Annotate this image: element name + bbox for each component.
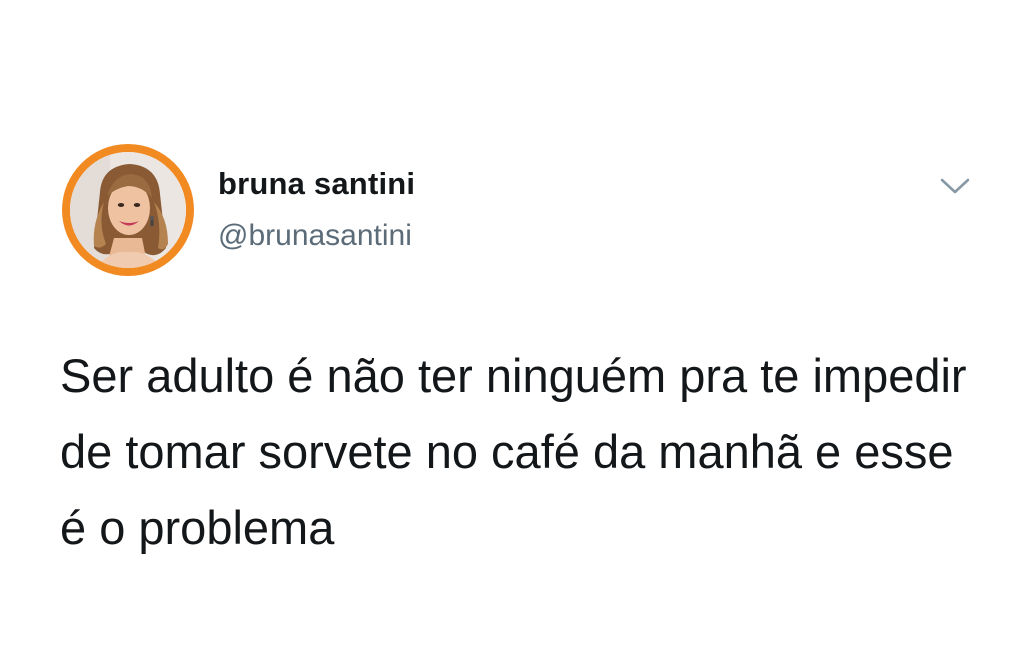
avatar-photo — [70, 152, 186, 268]
avatar[interactable] — [70, 152, 186, 268]
avatar-ring[interactable] — [62, 144, 194, 276]
tweet-card: bruna santini @brunasantini Ser adulto é… — [0, 0, 1024, 657]
author-display-name[interactable]: bruna santini — [218, 166, 415, 202]
tweet-text: Ser adulto é não ter ninguém pra te impe… — [60, 349, 967, 554]
chevron-down-icon[interactable] — [938, 172, 972, 198]
author-handle[interactable]: @brunasantini — [218, 219, 412, 253]
